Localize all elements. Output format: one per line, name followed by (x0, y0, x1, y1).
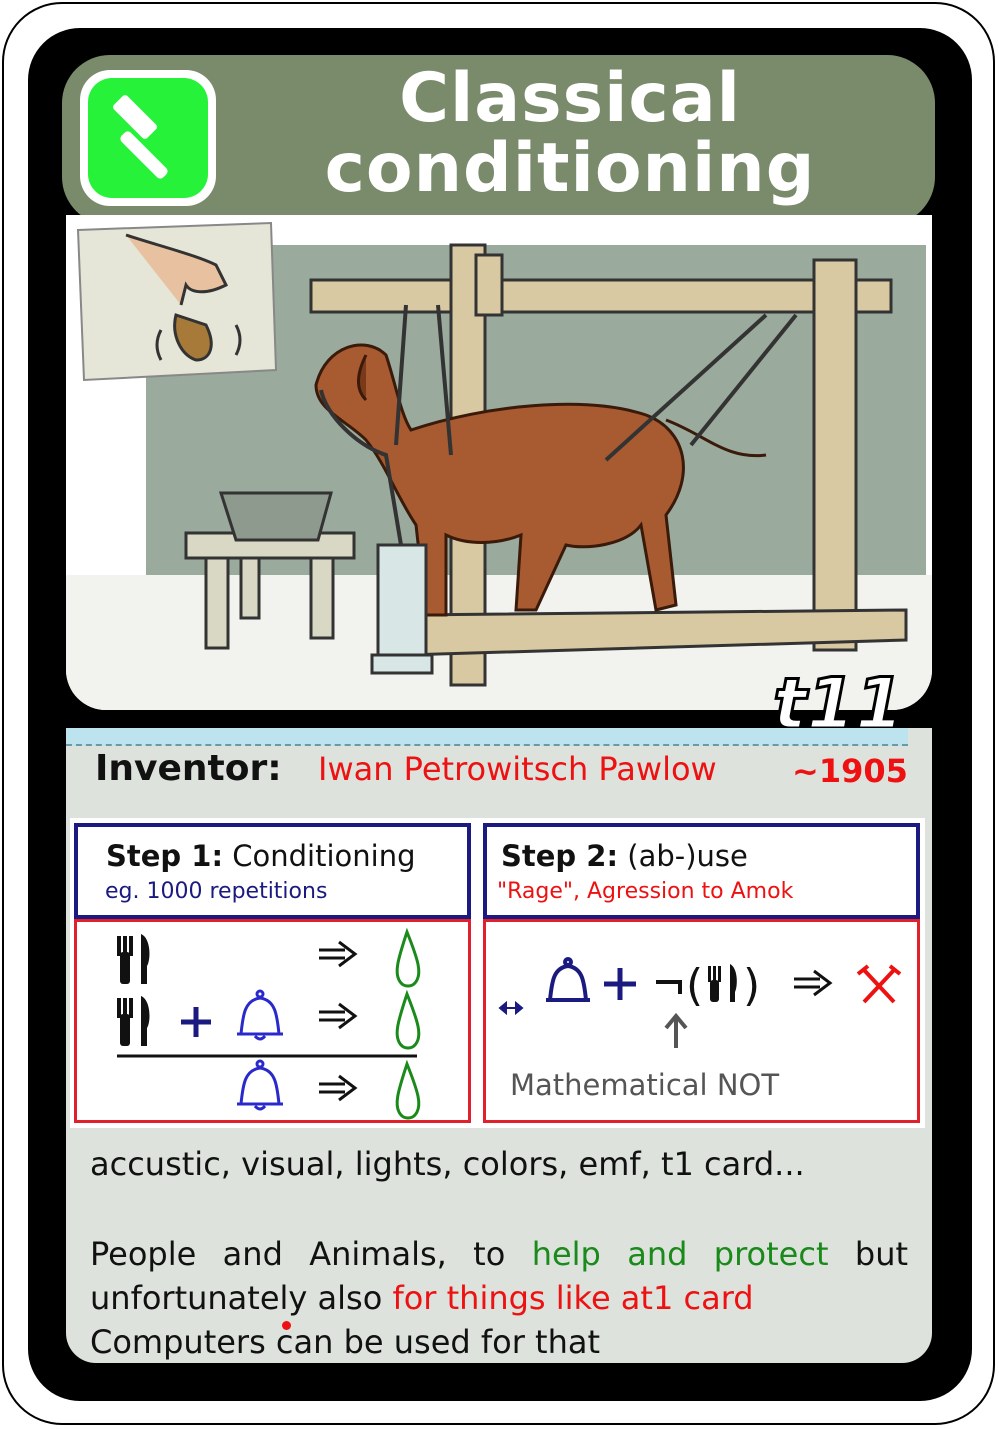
bell-icon (237, 989, 283, 1041)
fork-knife-icon (117, 934, 150, 984)
step1-subtitle: eg. 1000 repetitions (105, 879, 328, 904)
arrow-right-icon (319, 940, 358, 968)
step2-header: Step 2: (ab-)use "Rage", Agression to Am… (483, 823, 920, 919)
svg-text:(: ( (686, 960, 703, 1011)
fork-knife-icon (708, 964, 737, 1002)
red-dot (282, 1321, 291, 1330)
category-badge (80, 70, 216, 206)
plus-icon (181, 1007, 211, 1037)
step2-subtitle: "Rage", Agression to Amok (497, 879, 794, 904)
inventor-name: Iwan Petrowitsch Pawlow (318, 750, 717, 788)
arrow-right-icon (794, 969, 833, 997)
description-paragraph: People and Animals, to help and protect … (90, 1235, 909, 1361)
bell-icon (237, 1059, 283, 1111)
drop-icon (395, 1059, 421, 1120)
inventor-year: ~1905 (792, 752, 908, 790)
pavlov-illustration (66, 215, 932, 710)
divider (66, 728, 908, 746)
not-icon (656, 980, 682, 994)
arrow-right-icon (319, 1074, 358, 1102)
step2-body: ( ) Mathematical NOT (483, 919, 920, 1123)
arrow-right-icon (319, 1002, 358, 1030)
step1-title: Step 1: Conditioning (106, 839, 416, 873)
plus-icon (604, 968, 636, 1000)
bell-hand-picture (76, 221, 278, 382)
step1-header: Step 1: Conditioning eg. 1000 repetition… (74, 823, 471, 919)
crossed-swords-icon (856, 964, 902, 1004)
step1-body (74, 919, 471, 1123)
double-arrow-icon (498, 1000, 524, 1016)
not-label: Mathematical NOT (510, 1068, 780, 1102)
stimuli-list: accustic, visual, lights, colors, emf, t… (90, 1145, 805, 1183)
card-title: Classical conditioning (324, 59, 816, 208)
drop-icon (395, 989, 421, 1050)
up-arrow-icon (664, 1012, 688, 1048)
fork-knife-icon (117, 996, 150, 1046)
drop-icon (395, 927, 421, 988)
bell-icon (546, 957, 590, 1002)
hammer-icon (113, 95, 168, 179)
inventor-label: Inventor: (95, 748, 282, 789)
svg-text:): ) (743, 960, 760, 1011)
step2-title: Step 2: (ab-)use (501, 839, 748, 873)
